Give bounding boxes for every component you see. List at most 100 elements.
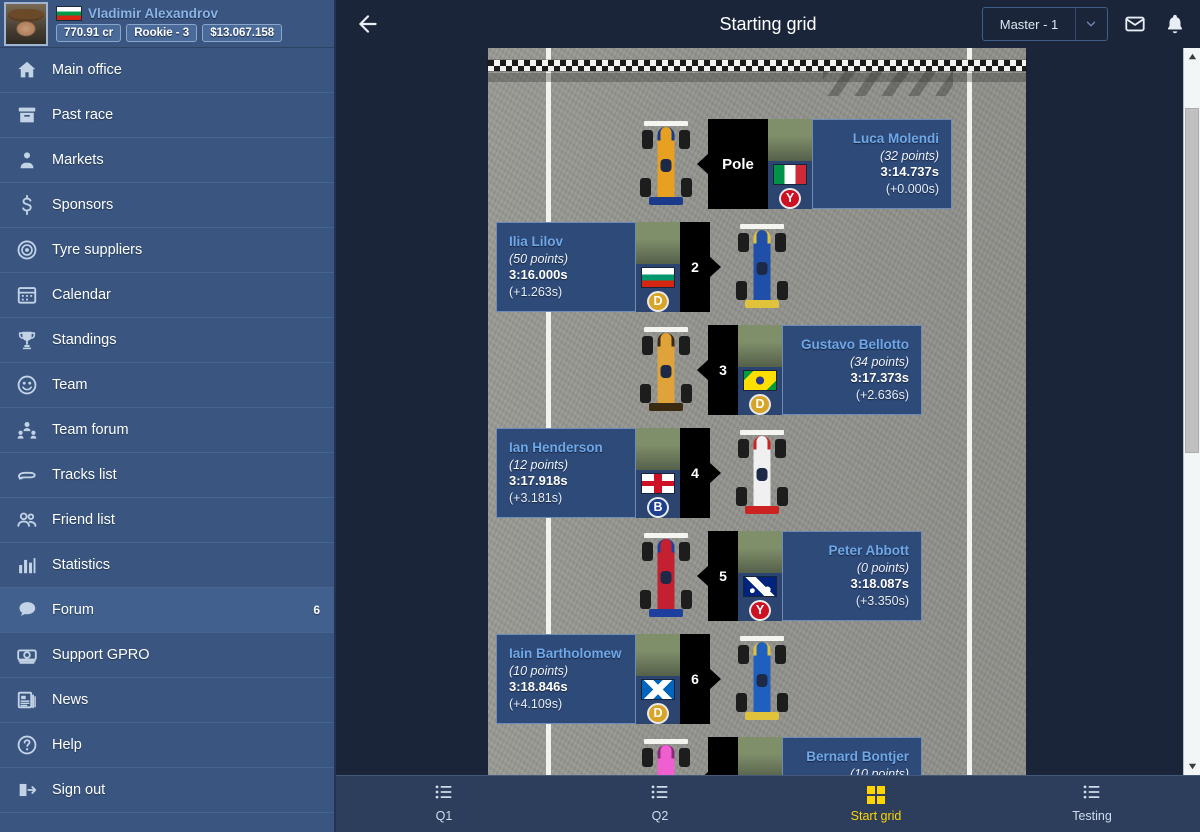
- list-icon: [1081, 781, 1103, 808]
- bell-icon[interactable]: [1162, 11, 1188, 37]
- car-tyre: [775, 439, 786, 458]
- driver-laptime: 3:18.846s: [509, 678, 568, 694]
- driver-avatar[interactable]: [636, 222, 680, 264]
- sidebar-item-label: Calendar: [52, 287, 111, 303]
- calendar-icon: [14, 282, 40, 308]
- sidebar-item-tyre-suppliers[interactable]: Tyre suppliers: [0, 228, 334, 273]
- driver-avatar[interactable]: [738, 531, 782, 573]
- grid-slot: 5 Y Peter Abbott (0 points) 3:18.087s (+3.350…: [697, 531, 922, 622]
- money-badge[interactable]: $13.067.158: [202, 23, 283, 42]
- car-tyre: [738, 439, 749, 458]
- driver-info-panel[interactable]: Peter Abbott (0 points) 3:18.087s (+3.350s): [782, 531, 922, 621]
- top-bar: Starting grid Master - 1: [336, 0, 1200, 48]
- tyre-compound-badge: Y: [749, 599, 771, 622]
- top-bar-actions: Master - 1: [982, 7, 1188, 41]
- car-tyre: [642, 542, 653, 561]
- grid-row[interactable]: Iain Bartholomew (10 points) 3:18.846s (+4.…: [496, 631, 1034, 727]
- car-tyre: [777, 281, 788, 300]
- sidebar-item-news[interactable]: News: [0, 678, 334, 723]
- sidebar-item-statistics[interactable]: Statistics: [0, 543, 334, 588]
- driver-avatar[interactable]: [636, 428, 680, 470]
- question-icon: [14, 732, 40, 758]
- grid-row[interactable]: Ian Henderson (12 points) 3:17.918s (+3.181…: [496, 425, 1034, 521]
- tab-start-grid[interactable]: Start grid: [768, 776, 984, 832]
- sidebar-item-standings[interactable]: Standings: [0, 318, 334, 363]
- grid-slot: Ian Henderson (12 points) 3:17.918s (+3.181…: [496, 428, 721, 519]
- sidebar-item-past-race[interactable]: Past race: [0, 93, 334, 138]
- sidebar-item-sponsors[interactable]: Sponsors: [0, 183, 334, 228]
- position-arrow-icon: [697, 153, 709, 175]
- driver-avatar[interactable]: [768, 119, 812, 161]
- driver-points: (34 points): [849, 354, 909, 369]
- car-front-wing: [644, 121, 688, 126]
- grid-row[interactable]: 7DBernard Bontjer(10 points)3:19.150s(+4…: [488, 734, 1026, 775]
- sidebar-item-calendar[interactable]: Calendar: [0, 273, 334, 318]
- tab-q1[interactable]: Q1: [336, 776, 552, 832]
- sidebar-item-forum[interactable]: Forum 6: [0, 588, 334, 633]
- sidebar-item-help[interactable]: Help: [0, 723, 334, 768]
- race-car: [734, 222, 790, 312]
- list-icon: [649, 781, 671, 808]
- grid-row[interactable]: Ilia Lilov (50 points) 3:16.000s (+1.263s) D…: [496, 219, 1034, 315]
- england-flag-icon: [641, 472, 675, 494]
- car-front-wing: [740, 636, 784, 641]
- vertical-scrollbar[interactable]: [1183, 48, 1200, 775]
- envelope-icon[interactable]: [1122, 11, 1148, 37]
- tab-q2[interactable]: Q2: [552, 776, 768, 832]
- car-tyre: [679, 748, 690, 767]
- grid-position-marker: Pole: [697, 119, 768, 209]
- car-nose: [660, 333, 672, 363]
- home-icon: [14, 57, 40, 83]
- sidebar-item-support-gpro[interactable]: Support GPRO: [0, 633, 334, 678]
- chevron-down-icon[interactable]: [1075, 8, 1105, 40]
- driver-info-panel[interactable]: Gustavo Bellotto (34 points) 3:17.373s (+2.…: [782, 325, 922, 415]
- car-nose: [660, 745, 672, 775]
- driver-avatar[interactable]: [636, 634, 680, 676]
- grid-row[interactable]: Pole Y Luca Molendi (32 points) 3:14.737s (+0…: [488, 116, 1026, 212]
- driver-name: Ilia Lilov: [509, 233, 564, 249]
- sidebar-item-label: Team: [52, 377, 88, 393]
- sidebar-item-sign-out[interactable]: Sign out: [0, 768, 334, 813]
- season-selector[interactable]: Master - 1: [982, 7, 1108, 41]
- driver-laptime: 3:16.000s: [509, 266, 568, 282]
- scroll-down-icon[interactable]: [1184, 758, 1200, 775]
- grid-row[interactable]: 5 Y Peter Abbott (0 points) 3:18.087s (+3.350…: [488, 528, 1026, 624]
- driver-info-panel[interactable]: Bernard Bontjer(10 points)3:19.150s(+4.4…: [782, 737, 922, 775]
- driver-info-panel[interactable]: Ilia Lilov (50 points) 3:16.000s (+1.263s): [496, 222, 636, 312]
- position-arrow-icon: [709, 668, 721, 690]
- car-tyre: [642, 130, 653, 149]
- brazil-flag-icon: [743, 369, 777, 391]
- car-tyre: [736, 693, 747, 712]
- sidebar-item-team-forum[interactable]: Team forum: [0, 408, 334, 453]
- credits-badge[interactable]: 770.91 cr: [56, 23, 122, 42]
- driver-info-panel[interactable]: Iain Bartholomew (10 points) 3:18.846s (+4.…: [496, 634, 636, 724]
- car-nose: [660, 127, 672, 157]
- tab-label: Start grid: [850, 808, 902, 823]
- driver-gap: (+4.109s): [509, 696, 563, 711]
- grid-row[interactable]: 3 D Gustavo Bellotto (34 points) 3:17.373s (+…: [488, 322, 1026, 418]
- avatar[interactable]: [4, 1, 48, 46]
- tab-testing[interactable]: Testing: [984, 776, 1200, 832]
- arrow-left-icon[interactable]: [348, 4, 388, 44]
- car-tyre: [736, 487, 747, 506]
- driver-identity-column: B: [636, 428, 680, 519]
- profile-header[interactable]: Vladimir Alexandrov 770.91 cr Rookie - 3…: [0, 0, 334, 48]
- sidebar-item-tracks-list[interactable]: Tracks list: [0, 453, 334, 498]
- driver-avatar[interactable]: [738, 325, 782, 367]
- driver-info-panel[interactable]: Luca Molendi (32 points) 3:14.737s (+0.000s…: [812, 119, 952, 209]
- starting-grid-scroll-area[interactable]: Pole Y Luca Molendi (32 points) 3:14.737s (+0…: [336, 48, 1200, 775]
- profile-name: Vladimir Alexandrov: [88, 5, 219, 21]
- car-tyre: [775, 233, 786, 252]
- sidebar-item-main-office[interactable]: Main office: [0, 48, 334, 93]
- scroll-up-icon[interactable]: [1184, 48, 1200, 65]
- driver-avatar[interactable]: [738, 737, 782, 775]
- sidebar-item-team[interactable]: Team: [0, 363, 334, 408]
- driver-name: Iain Bartholomew: [509, 645, 622, 661]
- grid-position-marker: 7: [697, 737, 738, 775]
- sidebar-item-markets[interactable]: Markets: [0, 138, 334, 183]
- rank-badge[interactable]: Rookie - 3: [126, 23, 198, 42]
- sidebar-item-friend-list[interactable]: Friend list: [0, 498, 334, 543]
- position-arrow-icon: [709, 462, 721, 484]
- scrollbar-thumb[interactable]: [1185, 108, 1199, 453]
- driver-info-panel[interactable]: Ian Henderson (12 points) 3:17.918s (+3.181…: [496, 428, 636, 518]
